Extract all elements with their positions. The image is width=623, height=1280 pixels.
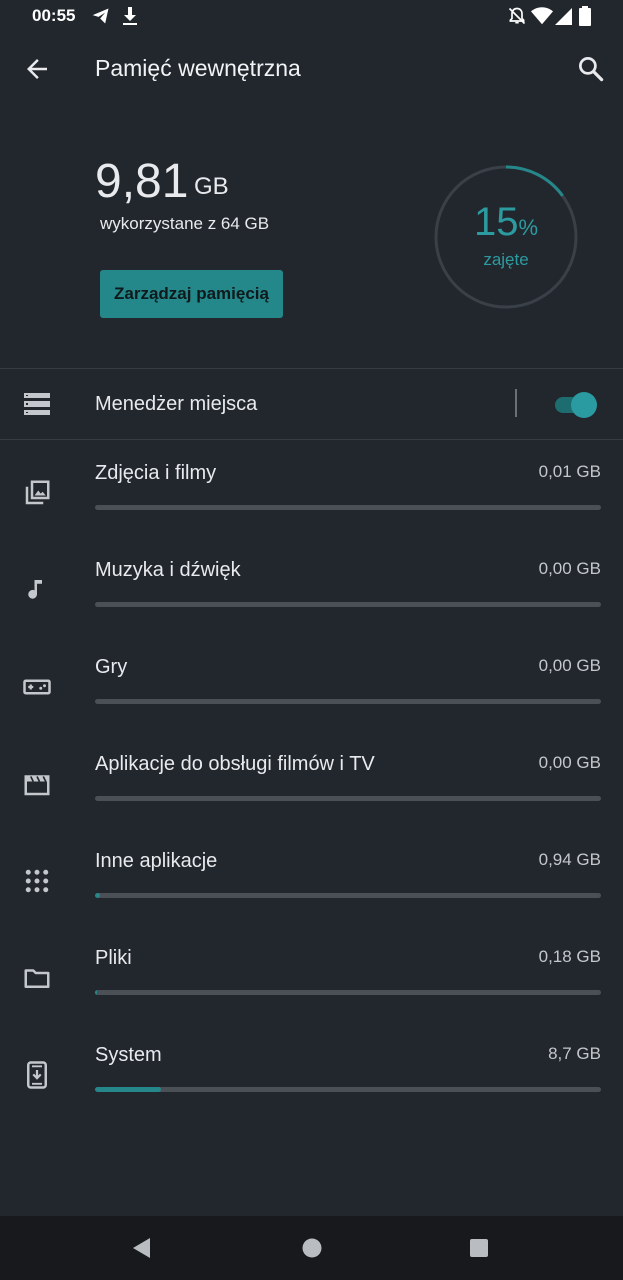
manage-storage-button[interactable]: Zarządzaj pamięcią — [100, 270, 283, 318]
photo-library-icon — [22, 478, 52, 508]
category-progress-bar — [95, 1087, 601, 1092]
category-label: Zdjęcia i filmy — [95, 462, 217, 484]
signal-icon — [555, 6, 573, 31]
wifi-icon — [531, 6, 553, 31]
music-note-icon — [22, 575, 52, 605]
usage-percent-label: zajęte — [483, 250, 529, 269]
divider — [0, 439, 623, 440]
arrow-back-icon[interactable] — [22, 54, 52, 84]
used-storage-value: 9,81 — [95, 155, 189, 208]
category-row-system[interactable]: System 8,7 GB — [0, 1032, 623, 1129]
telegram-icon — [91, 6, 111, 31]
category-progress-bar — [95, 505, 601, 510]
category-progress-bar — [95, 990, 601, 995]
category-progress-fill — [95, 1087, 161, 1092]
storage-icon — [24, 392, 50, 416]
category-progress-bar — [95, 699, 601, 704]
usage-percent-number: 15 — [473, 200, 519, 244]
search-icon[interactable] — [576, 54, 606, 84]
vertical-divider — [515, 389, 517, 417]
navigation-bar — [0, 1216, 623, 1280]
category-row-games[interactable]: Gry 0,00 GB — [0, 644, 623, 741]
gamepad-icon — [22, 672, 52, 702]
category-row-photos[interactable]: Zdjęcia i filmy 0,01 GB — [0, 450, 623, 547]
category-progress-fill — [95, 893, 101, 898]
category-label: Pliki — [95, 947, 132, 969]
category-size: 0,00 GB — [538, 656, 601, 675]
nav-back-icon[interactable] — [130, 1236, 154, 1260]
nav-recents-icon[interactable] — [467, 1236, 491, 1260]
apps-grid-icon — [22, 866, 52, 896]
category-progress-bar — [95, 893, 601, 898]
space-manager-toggle[interactable] — [553, 391, 599, 419]
category-row-music[interactable]: Muzyka i dźwięk 0,00 GB — [0, 547, 623, 644]
category-row-movies[interactable]: Aplikacje do obsługi filmów i TV 0,00 GB — [0, 741, 623, 838]
system-update-icon — [22, 1060, 52, 1090]
notifications-off-icon — [507, 6, 527, 31]
toggle-thumb — [571, 392, 597, 418]
category-row-files[interactable]: Pliki 0,18 GB — [0, 935, 623, 1032]
space-manager-row[interactable]: Menedżer miejsca — [0, 369, 623, 439]
category-progress-bar — [95, 602, 601, 607]
category-row-other-apps[interactable]: Inne aplikacje 0,94 GB — [0, 838, 623, 935]
status-bar: 00:55 — [0, 0, 623, 34]
category-progress-fill — [95, 990, 97, 995]
battery-icon — [579, 6, 591, 31]
space-manager-label: Menedżer miejsca — [95, 393, 258, 415]
category-label: Muzyka i dźwięk — [95, 559, 241, 581]
category-progress-bar — [95, 796, 601, 801]
category-size: 0,01 GB — [538, 462, 601, 481]
usage-percent: 15% — [431, 200, 581, 245]
usage-percent-sign: % — [518, 215, 539, 240]
page-title: Pamięć wewnętrzna — [95, 55, 301, 81]
category-label: Inne aplikacje — [95, 850, 218, 872]
movie-icon — [22, 769, 52, 799]
category-size: 0,94 GB — [538, 850, 601, 869]
category-size: 8,7 GB — [548, 1044, 601, 1063]
category-label: Aplikacje do obsługi filmów i TV — [95, 753, 375, 775]
folder-icon — [22, 963, 52, 993]
download-icon — [121, 6, 139, 31]
used-storage-caption: wykorzystane z 64 GB — [100, 214, 270, 233]
status-time: 00:55 — [32, 6, 76, 25]
category-size: 0,00 GB — [538, 753, 601, 772]
used-storage-unit: GB — [194, 173, 229, 200]
storage-summary: 9,81 GB wykorzystane z 64 GB Zarządzaj p… — [0, 110, 623, 368]
category-size: 0,00 GB — [538, 559, 601, 578]
nav-home-icon[interactable] — [300, 1236, 324, 1260]
category-size: 0,18 GB — [538, 947, 601, 966]
category-label: Gry — [95, 656, 128, 678]
app-bar: Pamięć wewnętrzna — [0, 34, 623, 104]
category-label: System — [95, 1044, 162, 1066]
